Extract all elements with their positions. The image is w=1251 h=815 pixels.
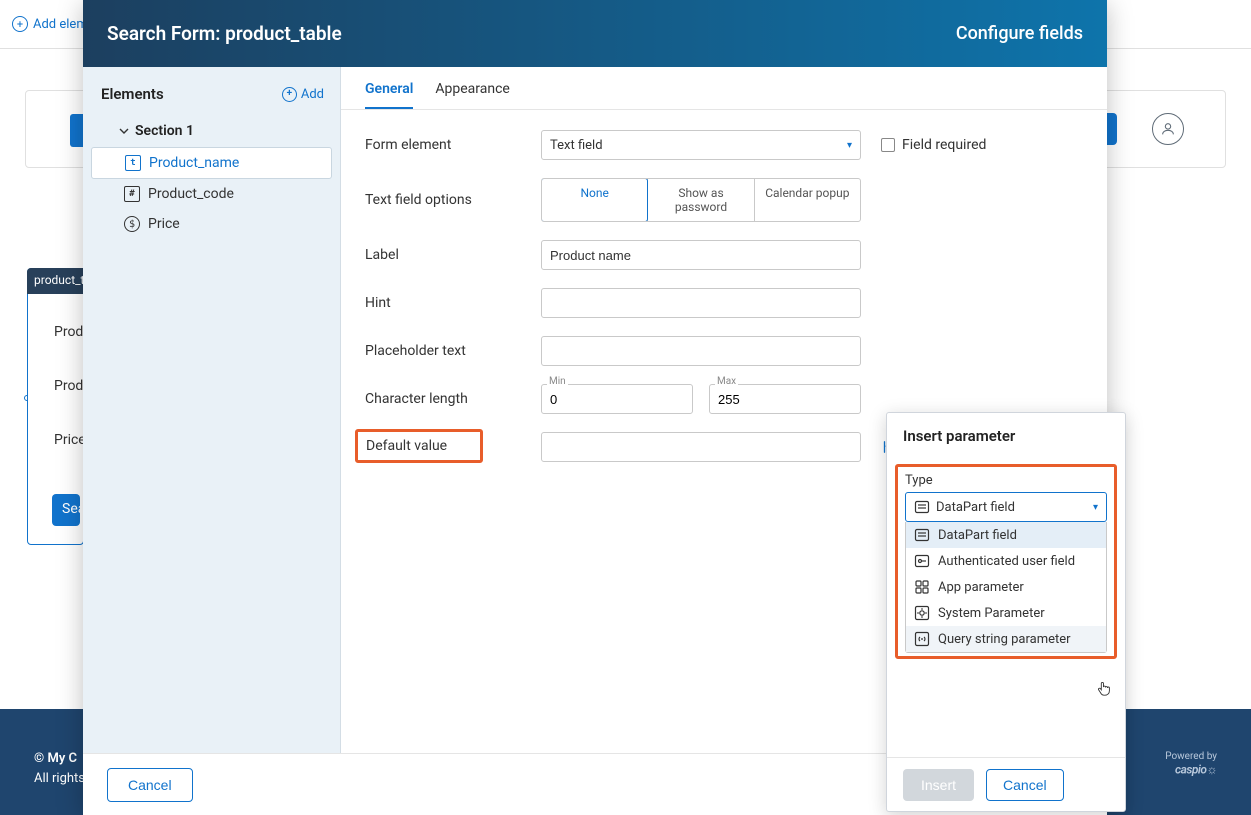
elements-sidebar: Elements + Add Section 1 t Product_name … xyxy=(83,67,341,753)
field-item-product-name[interactable]: t Product_name xyxy=(91,147,332,179)
min-label: Min xyxy=(547,376,568,387)
plus-icon: + xyxy=(282,87,297,102)
field-label: Price xyxy=(148,216,180,232)
hint-input[interactable] xyxy=(541,288,861,318)
cancel-button[interactable]: Cancel xyxy=(107,768,193,802)
chip-icon xyxy=(70,114,83,147)
label-input[interactable] xyxy=(541,240,861,270)
add-text: Add xyxy=(301,87,324,102)
background-form-preview: product_t Produ Produ Price Sea xyxy=(27,268,84,545)
field-item-price[interactable]: $ Price xyxy=(91,209,332,239)
footer-brand: caspio☼ xyxy=(1165,762,1217,786)
modal-header: Search Form: product_table Configure fie… xyxy=(83,0,1107,67)
user-avatar[interactable] xyxy=(1152,113,1184,145)
label-charlen: Character length xyxy=(365,391,541,407)
row-text-options: Text field options None Show as password… xyxy=(365,178,1107,222)
insert-button[interactable]: Insert xyxy=(903,769,974,801)
insert-parameter-popup: Insert parameter Type DataPart field ▾ D… xyxy=(886,412,1126,812)
tab-appearance[interactable]: Appearance xyxy=(435,81,509,109)
type-dropdown: DataPart field Authenticated user field … xyxy=(905,522,1107,653)
max-input[interactable] xyxy=(709,384,861,414)
option-auth-user-field[interactable]: Authenticated user field xyxy=(906,548,1106,574)
default-value-input[interactable] xyxy=(541,432,861,462)
config-tabs: General Appearance xyxy=(341,67,1107,110)
seg-none[interactable]: None xyxy=(541,178,648,222)
elements-tree: Section 1 t Product_name # Product_code … xyxy=(83,115,340,239)
popup-cancel-button[interactable]: Cancel xyxy=(986,769,1064,801)
field-label: Product_name xyxy=(149,155,239,171)
chevron-down-icon xyxy=(119,126,129,136)
label-placeholder: Placeholder text xyxy=(365,343,541,359)
tab-general[interactable]: General xyxy=(365,81,413,109)
seg-calendar[interactable]: Calendar popup xyxy=(754,179,860,221)
text-options-segment: None Show as password Calendar popup xyxy=(541,178,861,222)
row-hint: Hint xyxy=(365,288,1107,318)
chevron-down-icon: ▾ xyxy=(1093,502,1098,513)
add-element-link[interactable]: + Add elem xyxy=(12,16,88,32)
text-field-icon: t xyxy=(125,155,141,171)
option-query-string-parameter[interactable]: Query string parameter xyxy=(906,626,1106,652)
label-hint: Hint xyxy=(365,295,541,311)
field-required-checkbox[interactable]: Field required xyxy=(881,137,986,153)
row-charlen: Character length Min Max xyxy=(365,384,1107,414)
placeholder-input[interactable] xyxy=(541,336,861,366)
label-form-element: Form element xyxy=(365,137,541,153)
add-element-sidebar-link[interactable]: + Add xyxy=(282,87,324,102)
type-label: Type xyxy=(905,473,1115,488)
footer-powered-by: Powered by xyxy=(1165,751,1217,762)
user-key-icon xyxy=(914,553,930,569)
chevron-down-icon: ▾ xyxy=(847,140,852,151)
datapart-icon xyxy=(914,527,930,543)
popup-title: Insert parameter xyxy=(887,413,1125,455)
label-label: Label xyxy=(365,247,541,263)
modal-subtitle: Configure fields xyxy=(956,23,1083,44)
add-element-text: Add elem xyxy=(33,17,88,32)
type-select[interactable]: DataPart field ▾ xyxy=(905,492,1107,522)
link-icon xyxy=(914,631,930,647)
popup-body: Type DataPart field ▾ DataPart field Aut… xyxy=(887,455,1125,757)
section-row[interactable]: Section 1 xyxy=(91,115,332,147)
field-label: Product_code xyxy=(148,186,234,202)
field-item-product-code[interactable]: # Product_code xyxy=(91,179,332,209)
option-system-parameter[interactable]: System Parameter xyxy=(906,600,1106,626)
cursor-hand-icon xyxy=(1095,679,1113,697)
default-value-highlight: Default value xyxy=(355,429,483,463)
label-default-value: Default value xyxy=(366,438,447,454)
preview-tab-chip: product_t xyxy=(27,268,87,294)
seg-password[interactable]: Show as password xyxy=(647,179,753,221)
row-label: Label xyxy=(365,240,1107,270)
option-datapart-field[interactable]: DataPart field xyxy=(906,522,1106,548)
form-element-select[interactable]: Text field ▾ xyxy=(541,130,861,160)
min-input[interactable] xyxy=(541,384,693,414)
label-text-options: Text field options xyxy=(365,192,541,208)
section-label: Section 1 xyxy=(135,123,194,139)
row-placeholder: Placeholder text xyxy=(365,336,1107,366)
popup-footer: Insert Cancel xyxy=(887,757,1125,811)
gear-icon xyxy=(914,605,930,621)
field-required-label: Field required xyxy=(902,137,986,153)
datapart-icon xyxy=(914,499,930,515)
plus-icon: + xyxy=(12,16,28,32)
sidebar-heading: Elements xyxy=(101,85,164,103)
hash-icon: # xyxy=(124,186,140,202)
row-form-element: Form element Text field ▾ Field required xyxy=(365,130,1107,160)
option-app-parameter[interactable]: App parameter xyxy=(906,574,1106,600)
modal-title: Search Form: product_table xyxy=(107,22,342,45)
checkbox-icon xyxy=(881,138,895,152)
currency-icon: $ xyxy=(124,216,140,232)
max-label: Max xyxy=(715,376,738,387)
preview-search-button[interactable]: Sea xyxy=(52,494,80,526)
grid-icon xyxy=(914,579,930,595)
